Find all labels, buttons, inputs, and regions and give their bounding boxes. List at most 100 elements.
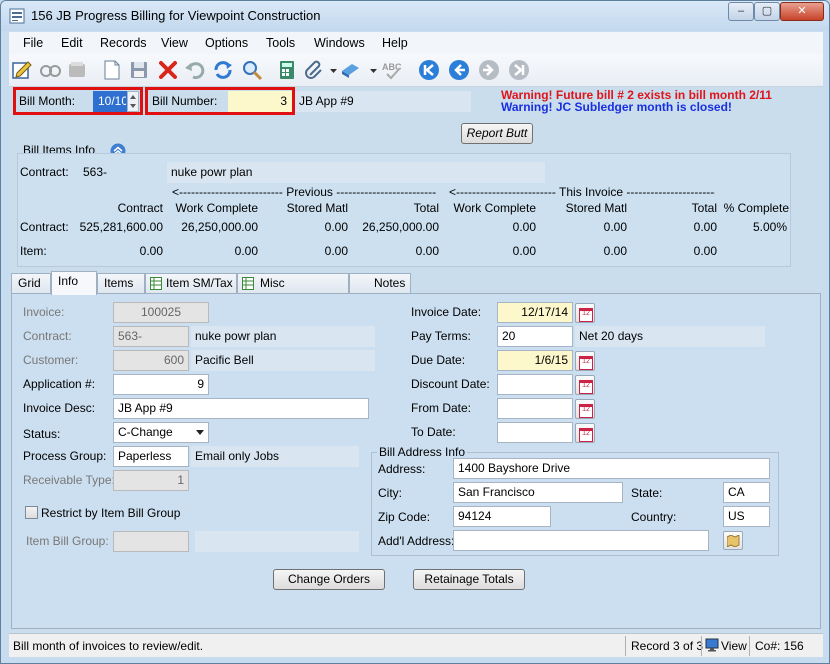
menu-tools[interactable]: Tools (266, 36, 295, 50)
discount-date-calendar-icon[interactable] (575, 375, 595, 395)
receivable-type-label: Receivable Type: (23, 473, 115, 487)
pay-terms-input[interactable]: 20 (497, 326, 573, 347)
contract-row-value: 0.00 (693, 220, 717, 234)
invoice-date-input[interactable]: 12/17/14 (497, 302, 573, 323)
due-date-calendar-icon[interactable] (575, 351, 595, 371)
next-record-icon[interactable] (478, 59, 500, 81)
city-input[interactable]: San Francisco (453, 482, 623, 503)
item-row-value: 0.00 (693, 244, 717, 258)
tab-notes[interactable]: Notes (349, 273, 411, 294)
first-record-icon[interactable] (418, 59, 440, 81)
addl-address-label: Add'l Address: (378, 534, 455, 548)
application-input[interactable]: 9 (113, 374, 209, 395)
last-record-icon[interactable] (508, 59, 530, 81)
change-orders-button[interactable]: Change Orders (273, 569, 385, 590)
tab-grid[interactable]: Grid (11, 273, 51, 294)
menu-windows[interactable]: Windows (314, 36, 365, 50)
address-lookup-button[interactable] (723, 531, 743, 550)
address-input[interactable]: 1400 Bayshore Drive (453, 458, 770, 479)
search-icon[interactable] (241, 59, 263, 81)
warning-jc-subledger: Warning! JC Subledger month is closed! (501, 100, 732, 114)
to-date-input[interactable] (497, 422, 573, 443)
status-divider (701, 636, 702, 656)
invoice-date-label: Invoice Date: (411, 305, 482, 319)
item-bill-group-input (113, 531, 189, 552)
item-row-value: 0.00 (415, 244, 439, 258)
invoice-desc-label: Invoice Desc: (23, 401, 96, 415)
due-date-input[interactable]: 1/6/15 (497, 350, 573, 371)
menu-options[interactable]: Options (205, 36, 248, 50)
bill-month-highlight (13, 87, 143, 115)
attachment-icon[interactable] (303, 59, 325, 81)
view-indicator[interactable]: View (721, 639, 747, 653)
process-group-input[interactable]: Paperless (113, 446, 189, 467)
title-bar: 156 JB Progress Billing for Viewpoint Co… (1, 1, 829, 31)
bill-number-highlight (145, 87, 295, 115)
tab-info[interactable]: Info (51, 271, 97, 295)
bill-items-contract-label: Contract: (20, 165, 69, 179)
addl-address-input[interactable] (453, 530, 709, 551)
print-icon[interactable] (339, 59, 361, 81)
item-row-value: 0.00 (139, 244, 163, 258)
invoice-desc-input[interactable]: JB App #9 (113, 398, 369, 419)
record-counter: Record 3 of 3 (631, 639, 704, 653)
undo-icon[interactable] (184, 59, 206, 81)
refresh-icon[interactable] (212, 59, 234, 81)
retainage-totals-button[interactable]: Retainage Totals (413, 569, 525, 590)
chevron-down-icon (196, 430, 204, 435)
calculator-icon[interactable] (276, 59, 298, 81)
restrict-checkbox[interactable] (25, 506, 38, 519)
state-input[interactable]: CA (723, 482, 770, 503)
country-input[interactable]: US (723, 506, 770, 527)
status-select[interactable]: C-Change (113, 422, 209, 443)
record-icon[interactable] (66, 59, 88, 81)
delete-icon[interactable] (157, 59, 179, 81)
contract-row-value: 26,250,000.00 (362, 220, 439, 234)
window-title: 156 JB Progress Billing for Viewpoint Co… (31, 8, 321, 23)
item-bill-group-description (195, 531, 359, 552)
maximize-button[interactable]: ▢ (754, 2, 780, 21)
process-group-description: Email only Jobs (191, 446, 359, 467)
country-label: Country: (631, 510, 677, 524)
tab-misc-distributions[interactable]: Misc Distributions (237, 273, 349, 309)
invoice-input: 100025 (113, 302, 209, 323)
to-date-calendar-icon[interactable] (575, 423, 595, 443)
discount-date-input[interactable] (497, 374, 573, 395)
discount-date-label: Discount Date: (411, 377, 490, 391)
edit-icon[interactable] (11, 59, 33, 81)
menu-file[interactable]: File (23, 36, 43, 50)
contract-input: 563- (113, 326, 189, 347)
invoice-date-calendar-icon[interactable] (575, 303, 595, 323)
report-button[interactable]: Report Butt (461, 123, 533, 144)
save-icon[interactable] (128, 59, 150, 81)
bill-items-contract-code: 563- (83, 165, 108, 179)
attachment-dropdown-icon[interactable] (330, 69, 337, 74)
col-header-prev-stored-matl: Stored Matl (286, 201, 348, 215)
tab-item-sm-tax[interactable]: Item SM/Tax (145, 273, 237, 294)
zip-label: Zip Code: (378, 510, 431, 524)
find-icon[interactable] (39, 59, 61, 81)
invoice-label: Invoice: (23, 305, 65, 319)
col-header-inv-stored-matl: Stored Matl (565, 201, 627, 215)
from-date-calendar-icon[interactable] (575, 399, 595, 419)
col-header-inv-work-complete: Work Complete (453, 201, 536, 215)
spellcheck-icon[interactable]: ABC (381, 59, 403, 81)
address-label: Address: (378, 462, 426, 476)
to-date-label: To Date: (411, 425, 456, 439)
close-button[interactable]: ✕ (780, 2, 824, 21)
contract-row-value: 0.00 (324, 220, 348, 234)
print-dropdown-icon[interactable] (370, 69, 377, 74)
app-icon (9, 8, 25, 24)
zip-input[interactable]: 94124 (453, 506, 551, 527)
menu-edit[interactable]: Edit (61, 36, 83, 50)
tab-items[interactable]: Items (97, 273, 145, 294)
status-message: Bill month of invoices to review/edit. (13, 639, 204, 653)
menu-records[interactable]: Records (100, 36, 147, 50)
grid-icon (150, 277, 162, 290)
menu-view[interactable]: View (161, 36, 188, 50)
menu-help[interactable]: Help (382, 36, 408, 50)
minimize-button[interactable]: – (728, 2, 754, 21)
new-icon[interactable] (101, 59, 123, 81)
previous-record-icon[interactable] (448, 59, 470, 81)
from-date-input[interactable] (497, 398, 573, 419)
